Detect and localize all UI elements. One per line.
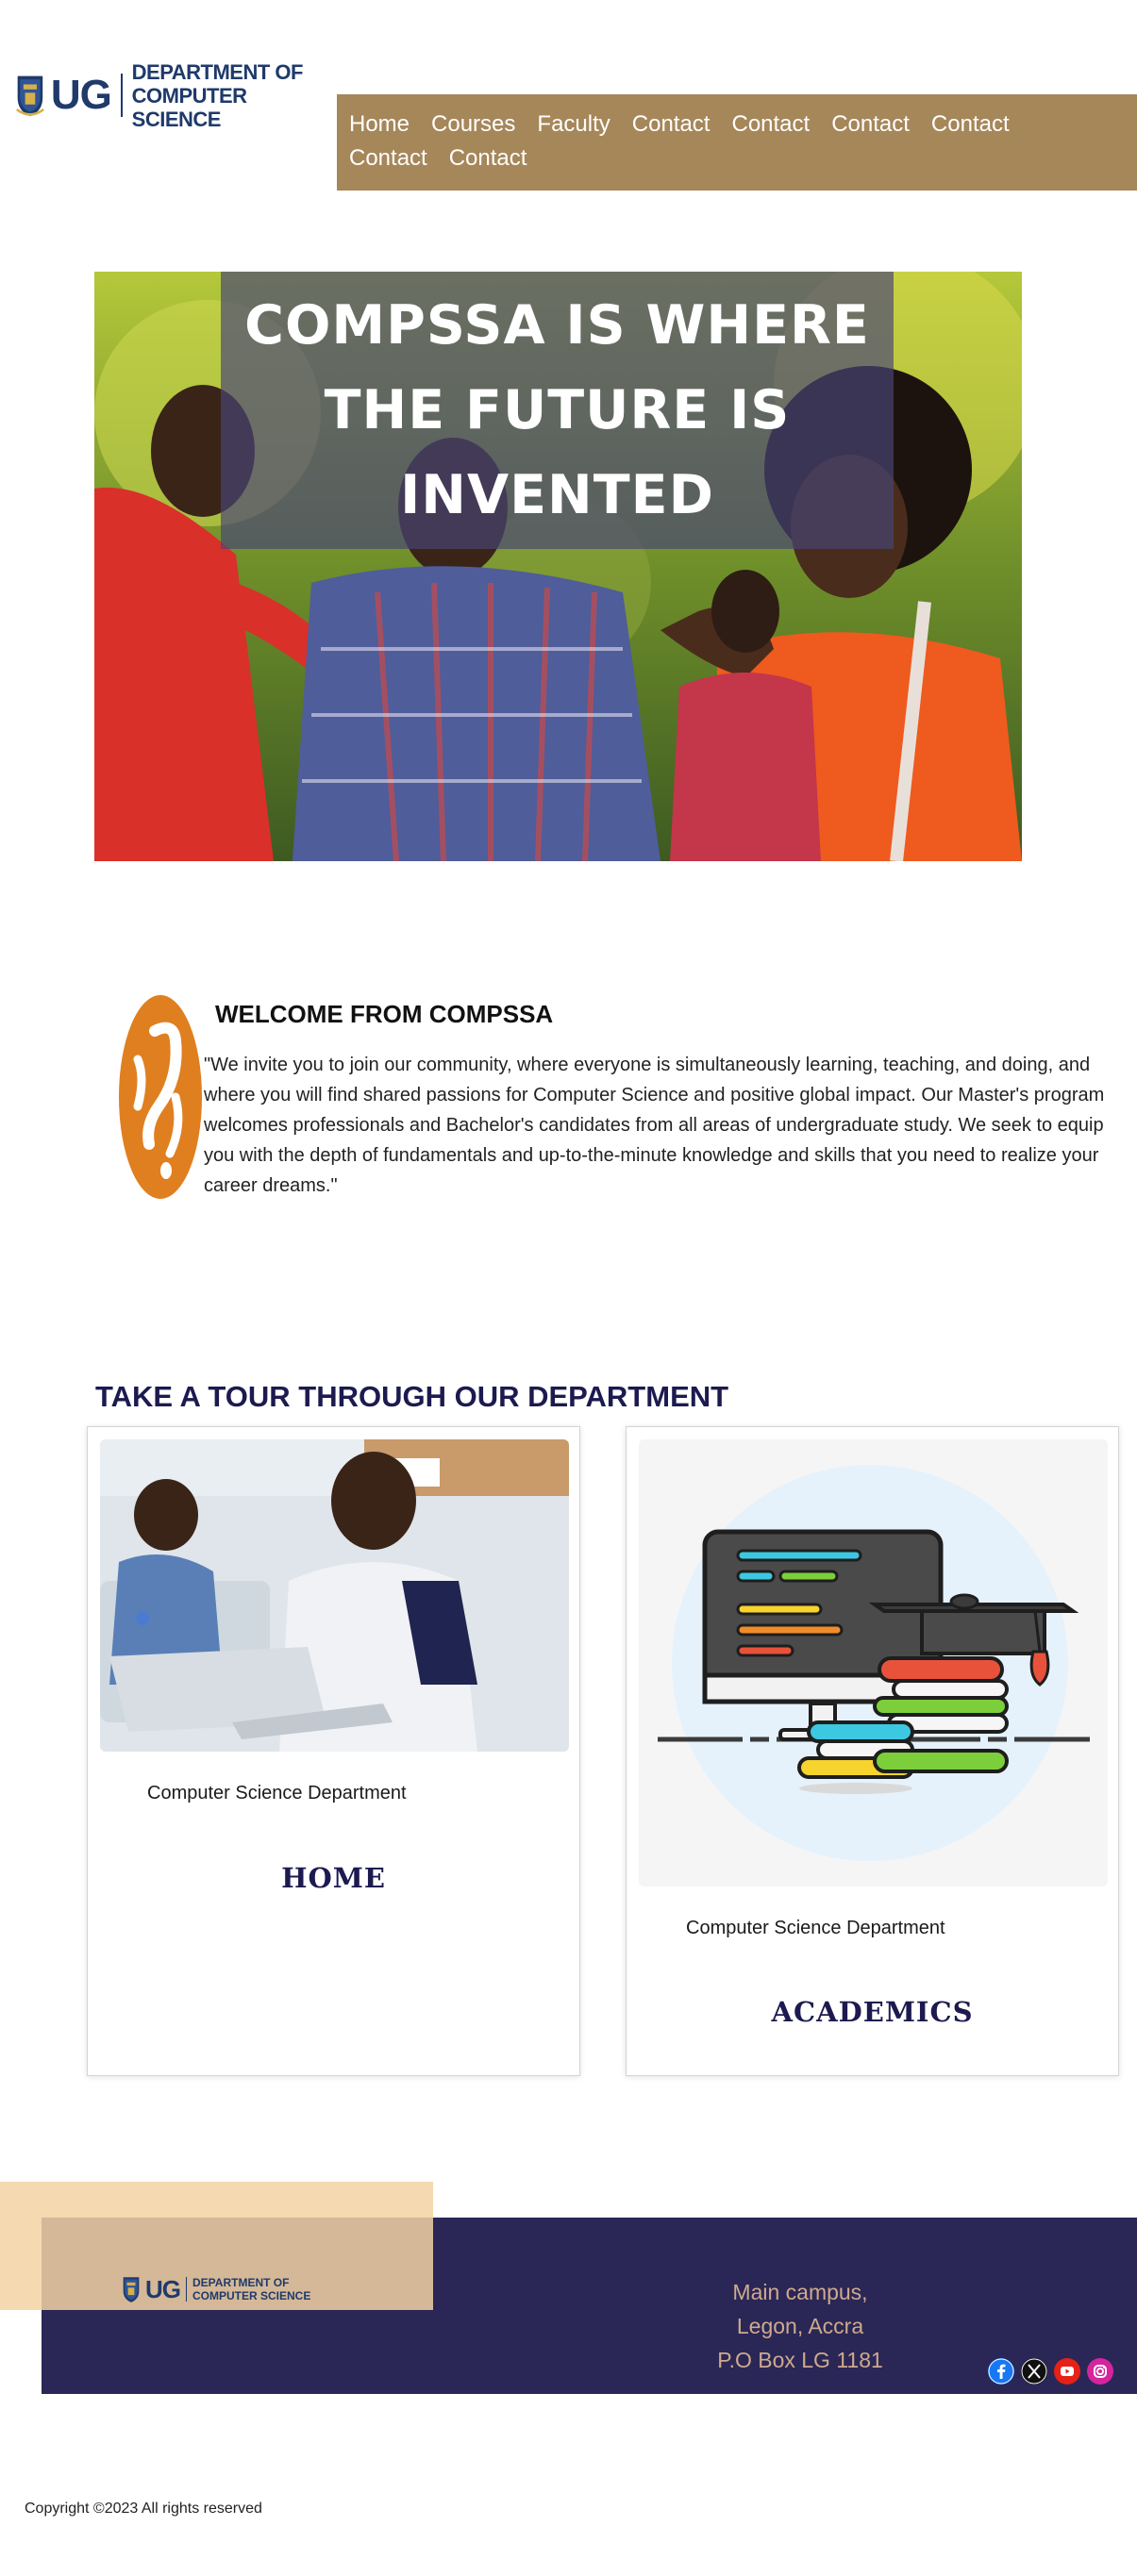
nav-courses[interactable]: Courses [431, 108, 515, 141]
card-home-image [100, 1439, 569, 1752]
footer-logo-divider [186, 2277, 187, 2302]
hero-overlay: COMPSSA IS WHERE THE FUTURE IS INVENTED [221, 272, 894, 549]
instagram-icon[interactable] [1087, 2358, 1113, 2385]
footer-logo-ug-text: UG [145, 2275, 181, 2303]
card-home-title[interactable]: HOME [88, 1862, 579, 1894]
footer-logo[interactable]: UG DEPARTMENT OF COMPUTER SCIENCE [121, 2275, 347, 2303]
main-nav: Home Courses Faculty Contact Contact Con… [337, 94, 1137, 191]
logo-ug-text: UG [50, 72, 112, 118]
card-academics-image [639, 1439, 1108, 1886]
welcome-heading: WELCOME FROM COMPSSA [215, 1000, 554, 1028]
card-academics-title[interactable]: ACADEMICS [627, 1996, 1118, 2028]
university-crest-icon [123, 2277, 140, 2302]
footer-address: Main campus, Legon, Accra P.O Box LG 118… [660, 2275, 940, 2377]
address-line: Legon, Accra [736, 2314, 864, 2338]
nav-contact[interactable]: Contact [731, 108, 810, 141]
nav-contact[interactable]: Contact [632, 108, 711, 141]
university-crest-icon [15, 75, 44, 117]
tour-heading: TAKE A TOUR THROUGH OUR DEPARTMENT [95, 1380, 729, 1413]
compssa-logo-icon [119, 995, 202, 1199]
social-links [988, 2358, 1120, 2385]
logo-divider [120, 74, 123, 117]
nav-faculty[interactable]: Faculty [537, 108, 610, 141]
tour-card-home[interactable]: Computer Science Department HOME [87, 1426, 580, 2076]
hero-banner: COMPSSA IS WHERE THE FUTURE IS INVENTED [94, 272, 1022, 861]
copyright-text: Copyright ©2023 All rights reserved [25, 2501, 262, 2517]
nav-contact[interactable]: Contact [349, 141, 427, 175]
address-line: Main campus, [732, 2280, 868, 2304]
card-home-caption: Computer Science Department [147, 1783, 407, 1803]
nav-home[interactable]: Home [349, 108, 410, 141]
header-logo[interactable]: UG DEPARTMENT OF COMPUTER SCIENCE [15, 60, 317, 131]
card-academics-caption: Computer Science Department [686, 1918, 945, 1938]
facebook-icon[interactable] [988, 2358, 1014, 2385]
hero-title: COMPSSA IS WHERE THE FUTURE IS INVENTED [244, 294, 870, 526]
welcome-body: "We invite you to join our community, wh… [204, 1055, 1105, 1196]
tour-card-academics[interactable]: Computer Science Department ACADEMICS [626, 1426, 1119, 2076]
logo-department-name: DEPARTMENT OF COMPUTER SCIENCE [131, 59, 304, 131]
x-twitter-icon[interactable] [1021, 2358, 1047, 2385]
nav-contact[interactable]: Contact [931, 108, 1010, 141]
youtube-icon[interactable] [1054, 2358, 1080, 2385]
nav-contact[interactable]: Contact [831, 108, 910, 141]
nav-contact[interactable]: Contact [449, 141, 527, 175]
footer-logo-department-name: DEPARTMENT OF COMPUTER SCIENCE [192, 2276, 311, 2302]
address-line: P.O Box LG 1181 [717, 2348, 883, 2372]
